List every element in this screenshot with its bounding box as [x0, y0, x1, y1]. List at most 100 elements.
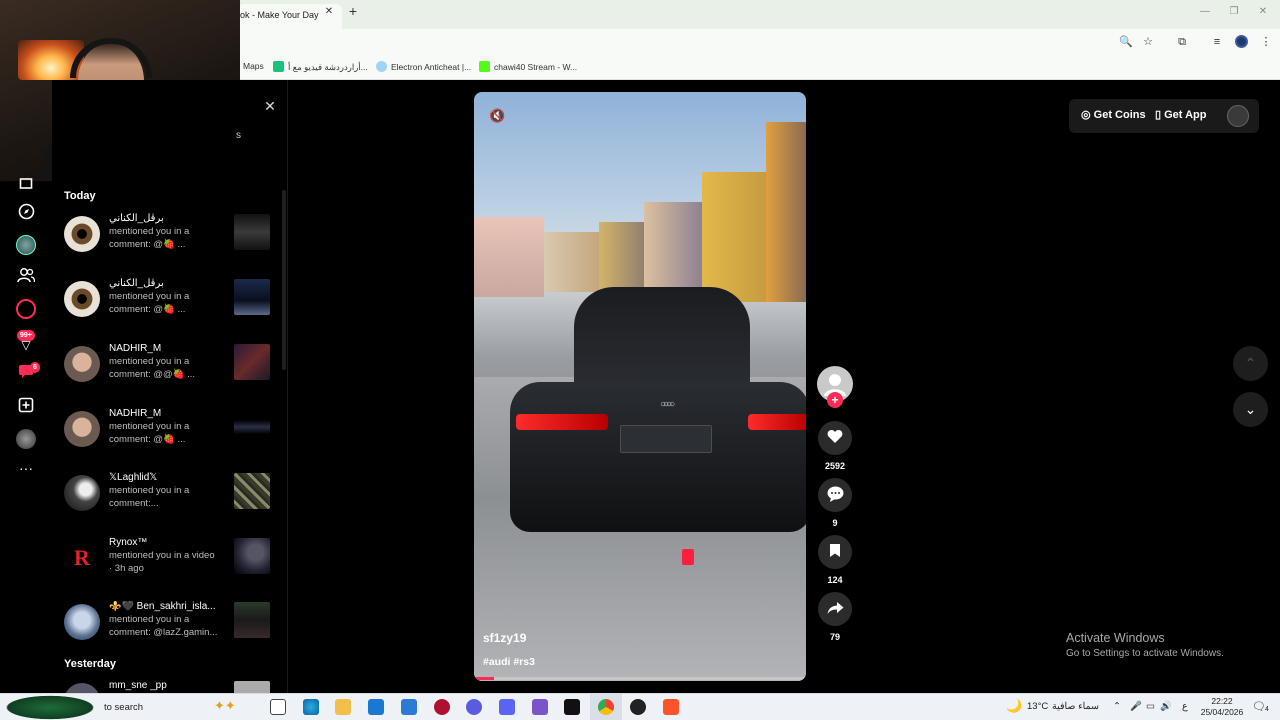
home-icon[interactable] — [17, 175, 35, 193]
notification-center-icon[interactable]: 🗨 — [1252, 700, 1266, 713]
weather-text[interactable]: سماء صافية — [1052, 701, 1099, 712]
sparkle-icon[interactable]: ✦✦ — [214, 698, 236, 714]
bookmark-kick[interactable]: chawi40 Stream - W... — [479, 61, 577, 72]
minimize-button[interactable]: — — [1198, 6, 1212, 17]
notification-name[interactable]: NADHIR_M — [109, 408, 224, 419]
explore-icon[interactable] — [17, 203, 35, 221]
following-avatar[interactable] — [16, 235, 36, 255]
edge-icon[interactable] — [303, 699, 319, 715]
video-player[interactable]: ○○○○ 🔇 sf1zy19 #audi #rs3 — [474, 92, 806, 681]
volume-icon[interactable]: 🔊 — [1160, 701, 1172, 712]
video-thumbnail[interactable] — [234, 344, 270, 380]
share-action[interactable]: 79 — [818, 592, 852, 642]
tray-chevron-icon[interactable]: ⌃ — [1113, 701, 1121, 712]
task-view-icon[interactable] — [270, 699, 286, 715]
bookmark-icon[interactable] — [818, 535, 852, 569]
heart-icon[interactable] — [818, 421, 852, 455]
share-icon[interactable] — [818, 592, 852, 626]
notification-item[interactable]: 𝕏Laghlid𝕏 mentioned you in a comment:... — [64, 472, 270, 530]
app-icon[interactable] — [466, 699, 482, 715]
start-button[interactable] — [0, 694, 100, 720]
avatar[interactable] — [64, 683, 100, 693]
network-icon[interactable]: ▭ — [1146, 701, 1155, 712]
app-icon[interactable] — [532, 699, 548, 715]
microphone-icon[interactable]: 🎤 — [1130, 701, 1142, 712]
app-icon[interactable] — [434, 699, 450, 715]
profile-avatar[interactable] — [1235, 35, 1248, 48]
tab-close-icon[interactable]: ✕ — [323, 6, 335, 20]
avatar[interactable] — [64, 475, 100, 511]
video-thumbnail[interactable] — [234, 409, 270, 445]
previous-video-button[interactable]: ⌃ — [1233, 346, 1268, 381]
avatar[interactable] — [64, 346, 100, 382]
notification-name[interactable]: ⚜️🖤 Ben_sakhri_isla... — [109, 601, 224, 612]
bookmark-chat[interactable]: أراردردشة فيديو مع أ... — [273, 61, 368, 73]
notification-name[interactable]: برڨل_الكناني — [109, 213, 224, 224]
weather-icon[interactable]: 🌙 — [1006, 698, 1022, 714]
notification-item[interactable]: ⚜️🖤 Ben_sakhri_isla... mentioned you in … — [64, 601, 270, 659]
weather-temp[interactable]: 13°C — [1027, 701, 1048, 712]
brave-icon[interactable] — [663, 699, 679, 715]
chrome-icon[interactable] — [598, 699, 614, 715]
video-thumbnail[interactable] — [234, 538, 270, 574]
terminal-icon[interactable] — [564, 699, 580, 715]
discord-icon[interactable] — [499, 699, 515, 715]
language-indicator[interactable]: ع — [1182, 701, 1188, 712]
live-icon[interactable] — [16, 299, 36, 319]
url-input[interactable] — [238, 32, 1108, 52]
profile-icon[interactable] — [16, 429, 36, 449]
notification-item[interactable]: mm_sne _pp — [64, 680, 270, 693]
get-coins-button[interactable]: ◎ Get Coins — [1081, 108, 1146, 121]
video-thumbnail[interactable] — [234, 602, 270, 638]
bookmark-star-icon[interactable]: ☆ — [1140, 34, 1156, 50]
mute-icon[interactable]: 🔇 — [489, 108, 505, 124]
notification-name[interactable]: Rynox™ — [109, 537, 224, 548]
comment-icon[interactable] — [818, 478, 852, 512]
video-thumbnail[interactable] — [234, 473, 270, 509]
notification-item[interactable]: NADHIR_M mentioned you in a comment: @🍓 … — [64, 408, 270, 466]
scrollbar[interactable] — [282, 190, 286, 370]
video-thumbnail[interactable] — [234, 214, 270, 250]
comment-action[interactable]: 9 — [818, 478, 852, 528]
notification-name[interactable]: NADHIR_M — [109, 343, 224, 354]
upload-icon[interactable] — [17, 397, 35, 415]
new-tab-button[interactable]: + — [345, 3, 361, 21]
activity-icon[interactable]: ▽ — [17, 336, 35, 354]
video-thumbnail[interactable] — [234, 279, 270, 315]
avatar[interactable] — [64, 216, 100, 252]
notification-item[interactable]: برڨل_الكناني mentioned you in a comment:… — [64, 213, 270, 271]
notification-name[interactable]: برڨل_الكناني — [109, 278, 224, 289]
store-icon[interactable] — [401, 699, 417, 715]
notification-item[interactable]: برڨل_الكناني mentioned you in a comment:… — [64, 278, 270, 336]
bookmark-electron[interactable]: Electron Anticheat |... — [376, 61, 471, 72]
avatar[interactable] — [64, 604, 100, 640]
menu-icon[interactable]: ⋮ — [1258, 34, 1274, 50]
clock[interactable]: 22:22 25/04/2026 — [1200, 696, 1244, 718]
notification-item[interactable]: R Rynox™ mentioned you in a video · 3h a… — [64, 537, 270, 595]
close-icon[interactable]: ✕ — [261, 97, 279, 115]
next-video-button[interactable]: ⌄ — [1233, 392, 1268, 427]
avatar[interactable]: R — [64, 540, 100, 576]
progress-bar[interactable] — [474, 677, 806, 680]
like-action[interactable]: 2592 — [818, 421, 852, 471]
app-icon[interactable] — [630, 699, 646, 715]
notification-name[interactable]: mm_sne _pp — [109, 680, 224, 691]
notification-item[interactable]: NADHIR_M mentioned you in a comment: @@🍓… — [64, 343, 270, 401]
video-caption[interactable]: #audi #rs3 — [483, 656, 535, 668]
bookmark-maps[interactable]: Maps — [243, 61, 264, 71]
zoom-icon[interactable]: 🔍 — [1118, 34, 1134, 50]
more-icon[interactable]: ··· — [17, 459, 35, 477]
mail-icon[interactable] — [368, 699, 384, 715]
video-thumbnail[interactable] — [234, 681, 270, 693]
get-app-button[interactable]: ▯ Get App — [1155, 108, 1206, 121]
save-action[interactable]: 124 — [818, 535, 852, 585]
maximize-button[interactable]: ❐ — [1227, 6, 1241, 17]
media-icon[interactable]: ≡ — [1209, 34, 1225, 50]
close-window-button[interactable]: ✕ — [1256, 6, 1270, 17]
user-avatar[interactable] — [1227, 105, 1249, 127]
notification-name[interactable]: 𝕏Laghlid𝕏 — [109, 472, 224, 483]
video-author[interactable]: sf1zy19 — [483, 631, 526, 645]
friends-icon[interactable] — [17, 267, 36, 285]
avatar[interactable] — [64, 281, 100, 317]
follow-button[interactable]: + — [827, 392, 843, 408]
